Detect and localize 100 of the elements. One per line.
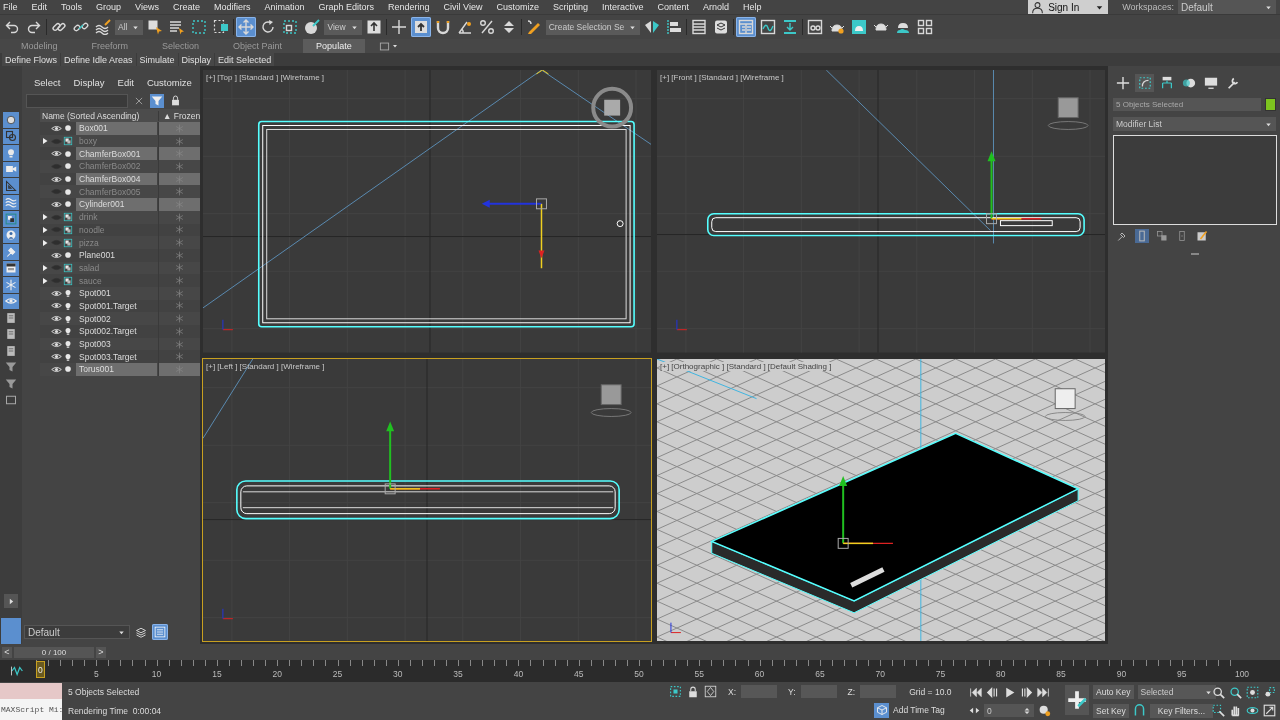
- menu-item[interactable]: Animation: [264, 2, 305, 12]
- frame-number: 100: [1234, 669, 1250, 679]
- time-slider-thumb[interactable]: 0 / 100: [14, 646, 94, 658]
- menu-item[interactable]: Views: [135, 2, 159, 12]
- frame-number: 60: [754, 669, 765, 679]
- workspace-dropdown[interactable]: Default: [1178, 0, 1276, 14]
- frame-number: 30: [393, 669, 403, 679]
- menu-item[interactable]: Arnold: [703, 2, 729, 12]
- sign-in-label: Sign In: [1048, 1, 1081, 13]
- viewport[interactable]: [+] [Front ] [Standard ] [Wireframe ]: [656, 69, 1106, 354]
- key-filters-button[interactable]: Key Filters...: [1149, 703, 1213, 718]
- menu-item[interactable]: Customize: [496, 2, 539, 12]
- menu-item[interactable]: Scripting: [552, 2, 588, 12]
- modifier-list-value: Modifier List: [1116, 119, 1162, 129]
- menu-item[interactable]: Graph Editors: [318, 2, 374, 12]
- menu-item[interactable]: File: [3, 2, 18, 12]
- ribbon-panel-button[interactable]: Define Flows: [2, 53, 61, 66]
- coordinate-label: Y:: [788, 686, 796, 697]
- menu-item[interactable]: Create: [172, 2, 200, 12]
- render-time-text: Rendering Time 0:00:04: [68, 705, 162, 716]
- menu-item[interactable]: Customize: [146, 76, 192, 88]
- viewport[interactable]: [+] [Top ] [Standard ] [Wireframe ]: [202, 69, 652, 354]
- object-name[interactable]: Spot001: [76, 286, 157, 300]
- toolbar-dropdown[interactable]: View: [324, 19, 362, 35]
- frame-number: 50: [634, 669, 644, 679]
- object-name[interactable]: Spot003.Target: [76, 350, 157, 364]
- dropdown-value: All: [118, 22, 128, 32]
- object-name[interactable]: Plane001: [76, 248, 157, 262]
- menu-item[interactable]: Help: [743, 2, 762, 12]
- menu-item[interactable]: Content: [657, 2, 689, 12]
- menu-item[interactable]: Interactive: [601, 2, 644, 12]
- object-name[interactable]: Spot003: [76, 337, 157, 351]
- column-header[interactable]: Name (Sorted Ascending): [40, 110, 158, 121]
- frame-number: 10: [151, 669, 162, 679]
- frame-number: 75: [935, 669, 946, 679]
- previous-frame-button[interactable]: <: [2, 646, 12, 658]
- workspace-value: Default: [1181, 1, 1213, 13]
- coordinate-label: X:: [728, 686, 737, 697]
- object-name[interactable]: Spot002.Target: [76, 325, 157, 338]
- frame-number: 40: [513, 669, 524, 679]
- viewport-label[interactable]: [+] [Left ] [Standard ] [Wireframe ]: [206, 361, 325, 371]
- menu-item[interactable]: Civil View: [443, 2, 483, 12]
- ribbon-panel-button[interactable]: Define Idle Areas: [61, 53, 136, 66]
- viewport-label[interactable]: [+] [Front ] [Standard ] [Wireframe ]: [660, 73, 784, 82]
- ribbon-tab[interactable]: Populate: [303, 39, 365, 53]
- add-time-tag-label[interactable]: Add Time Tag: [893, 705, 945, 716]
- menu-item[interactable]: Rendering: [388, 2, 430, 12]
- menu-item[interactable]: Tools: [61, 2, 83, 12]
- viewport-label[interactable]: [+] [Orthographic ] [Standard ] [Default Shading ]: [660, 361, 832, 371]
- dropdown-value: View: [327, 22, 346, 32]
- frame-number: 85: [1056, 669, 1066, 679]
- frame-number: 90: [1116, 669, 1127, 679]
- menu-item[interactable]: Modifiers: [213, 2, 251, 12]
- menu-item[interactable]: Edit: [117, 76, 134, 88]
- frame-number: 20: [272, 669, 282, 679]
- frame-number: 80: [996, 669, 1006, 679]
- selection-status: 5 Objects Selected: [68, 687, 141, 698]
- object-name[interactable]: Torus001: [76, 363, 157, 376]
- layer-value: Default: [28, 626, 60, 638]
- menu-item[interactable]: Edit: [31, 2, 48, 12]
- frame-spinner[interactable]: 0: [984, 704, 1034, 718]
- frame-number: 70: [875, 669, 885, 679]
- object-name[interactable]: Cylinder001: [76, 198, 157, 211]
- object-name[interactable]: Spot002: [76, 312, 157, 325]
- modifier-list-dropdown[interactable]: Modifier List: [1113, 117, 1276, 131]
- auto-key-button[interactable]: Auto Key: [1093, 685, 1134, 700]
- ribbon-panel-button[interactable]: Edit Selected: [215, 53, 275, 66]
- layer-dropdown[interactable]: Default: [24, 625, 130, 639]
- current-frame-marker[interactable]: 0: [36, 661, 45, 678]
- frame-number: 45: [573, 669, 584, 679]
- next-frame-button[interactable]: >: [96, 646, 106, 658]
- menu-item[interactable]: Group: [96, 2, 122, 12]
- ribbon-panel-button[interactable]: Display: [178, 53, 215, 66]
- frame-number: 5: [93, 669, 99, 679]
- object-name[interactable]: Box001: [76, 122, 157, 135]
- key-mode-value: Selected: [1140, 687, 1174, 698]
- toolbar-dropdown[interactable]: Create Selection Se: [545, 19, 641, 35]
- viewport-label[interactable]: [+] [Top ] [Standard ] [Wireframe ]: [206, 73, 325, 82]
- object-name[interactable]: Spot001.Target: [76, 299, 157, 313]
- coordinate-label: Z:: [847, 686, 856, 697]
- set-key-button[interactable]: Set Key: [1093, 703, 1129, 718]
- frame-number: 95: [1176, 669, 1187, 679]
- maxscript-input-field[interactable]: MAXScript Mi:: [0, 699, 62, 720]
- ribbon-panel-button[interactable]: Simulate: [136, 53, 178, 66]
- frame-number: 55: [694, 669, 705, 679]
- frame-number: 35: [453, 669, 463, 679]
- menu-item[interactable]: Display: [73, 76, 105, 88]
- grid-size-text: Grid = 10.0: [909, 686, 952, 697]
- frame-number: 65: [815, 669, 825, 679]
- viewport[interactable]: [+] [Left ] [Standard ] [Wireframe ]: [202, 357, 652, 642]
- toolbar-dropdown[interactable]: All: [115, 19, 144, 35]
- sign-in-button[interactable]: Sign In: [1028, 0, 1109, 14]
- object-name[interactable]: ChamferBox001: [76, 147, 157, 161]
- workspaces-label: Workspaces:: [1122, 2, 1174, 12]
- viewport[interactable]: [+] [Orthographic ] [Standard ] [Default Shading ]: [656, 357, 1106, 642]
- frame-number: 25: [332, 669, 343, 679]
- menu-item[interactable]: Select: [34, 76, 61, 88]
- frame-number: 15: [212, 669, 222, 679]
- frame-value: 0: [987, 705, 992, 716]
- key-mode-dropdown[interactable]: Selected: [1137, 685, 1216, 700]
